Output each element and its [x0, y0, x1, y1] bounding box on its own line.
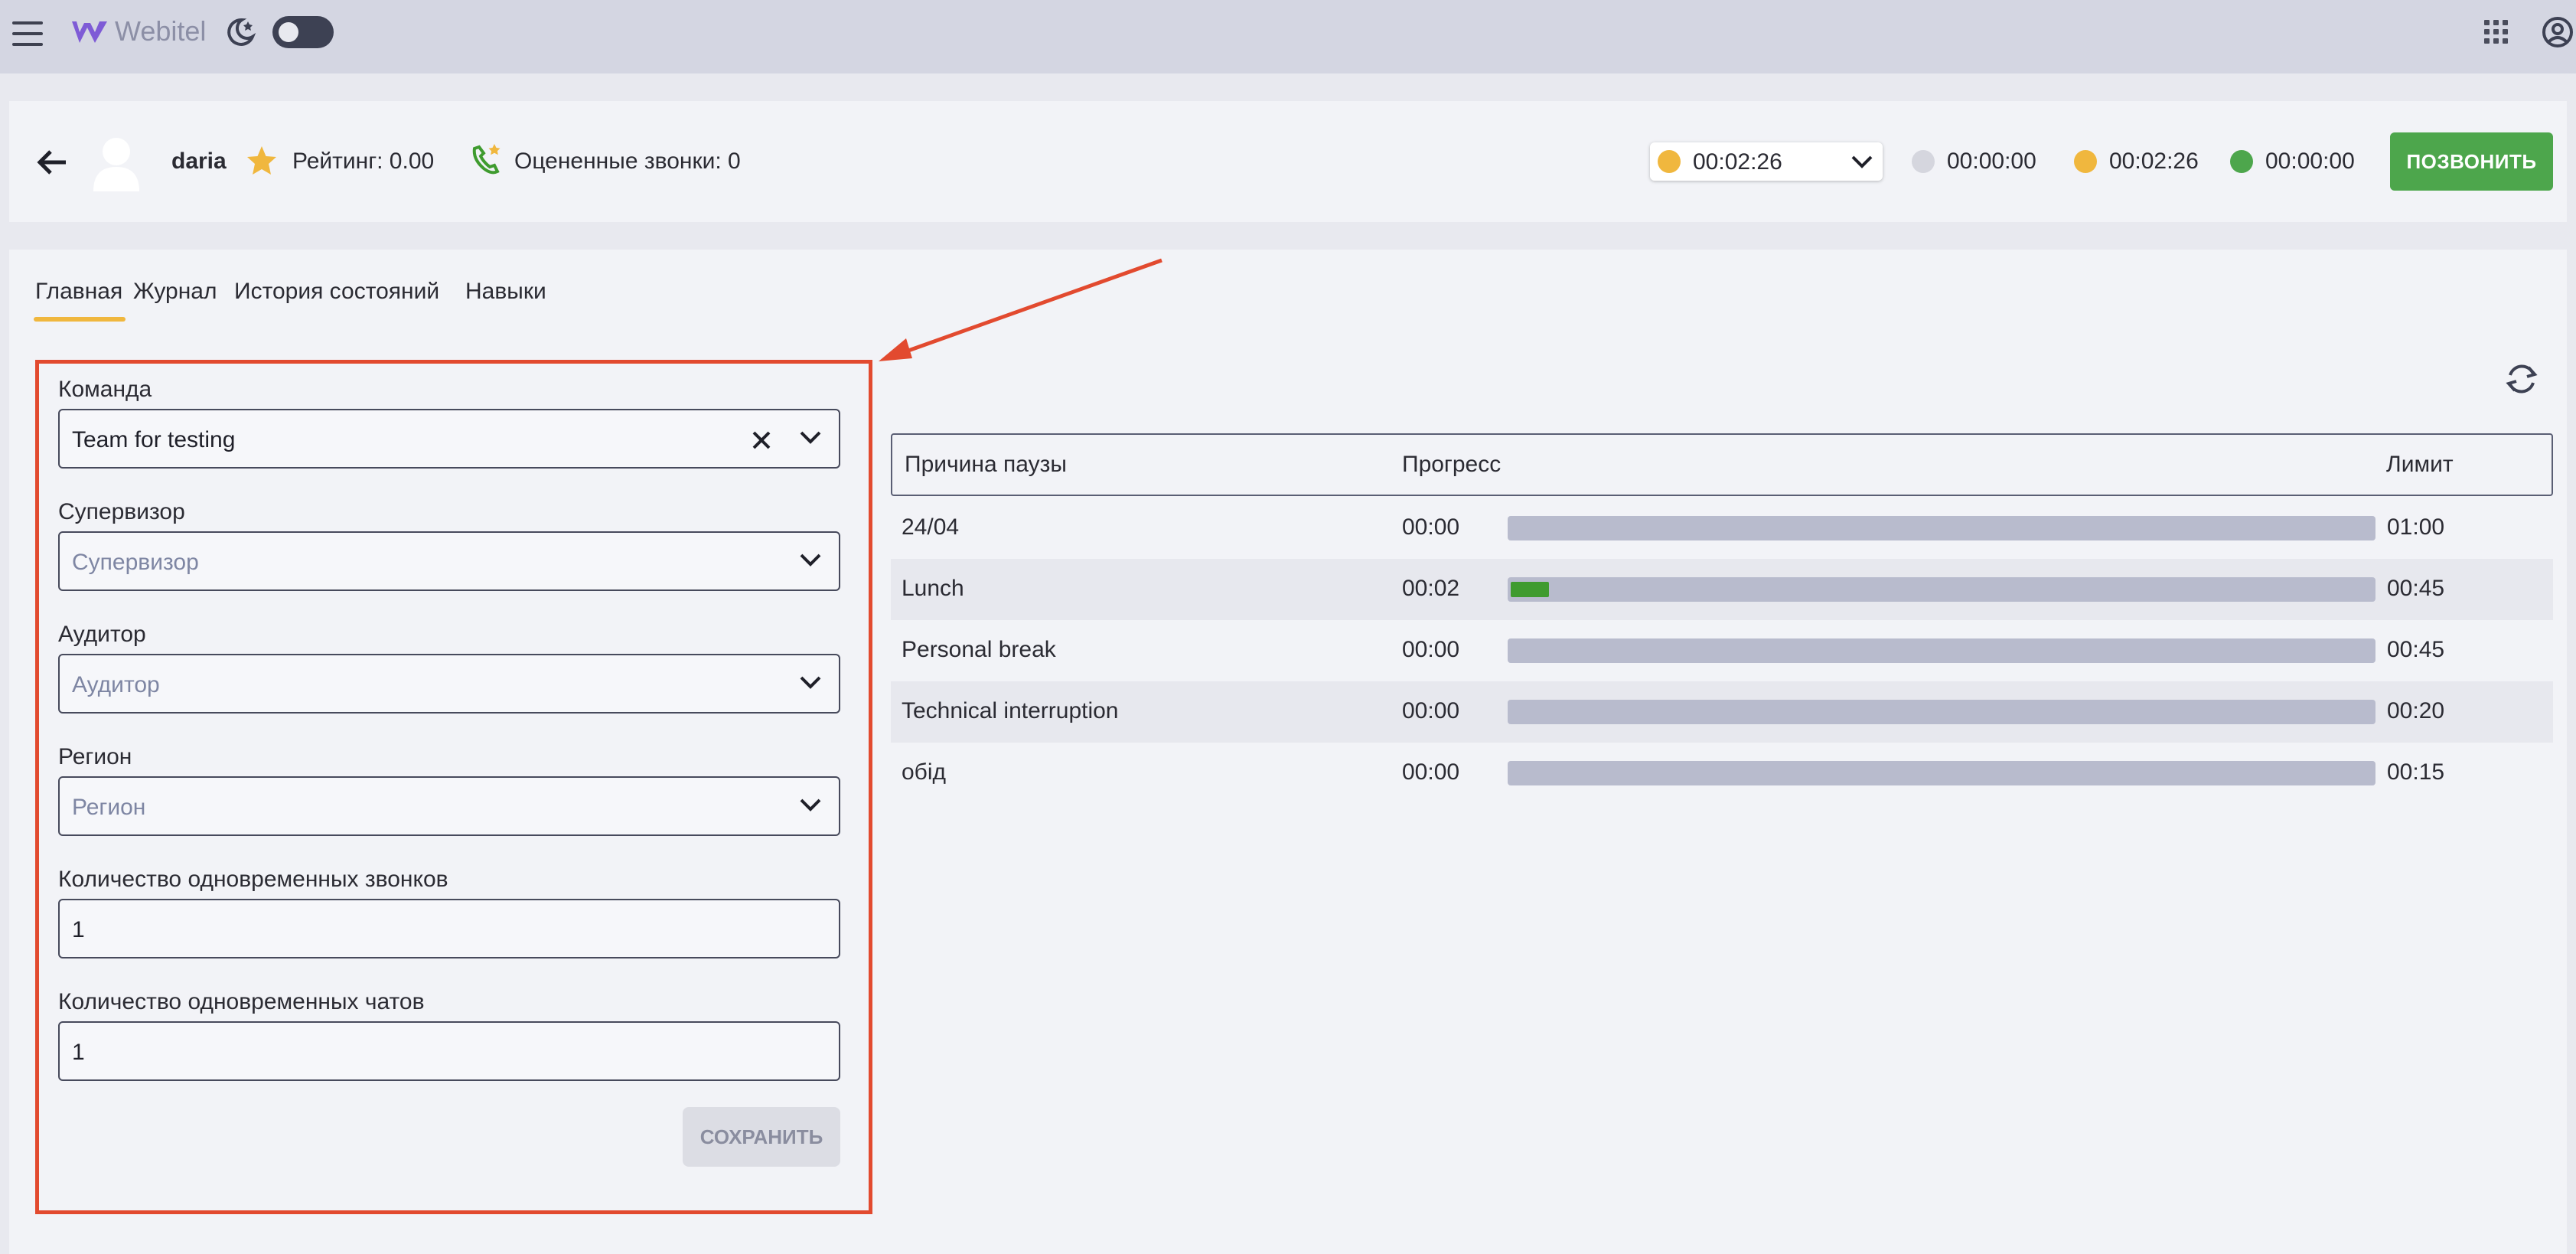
rated-call-icon — [468, 142, 504, 178]
pause-limit: 00:20 — [2387, 698, 2445, 723]
refresh-icon[interactable] — [2503, 360, 2541, 398]
progress-bar — [1508, 638, 2375, 663]
table-row: 24/04 00:00 01:00 — [891, 498, 2553, 559]
header-limit: Лимит — [2386, 452, 2454, 477]
region-placeholder: Регион — [72, 795, 146, 820]
pause-used: 00:00 — [1402, 514, 1460, 540]
clear-icon[interactable] — [752, 430, 771, 450]
table-row: Lunch 00:02 00:45 — [891, 559, 2553, 620]
timer-dot-offline — [1912, 150, 1935, 173]
concurrent-chats-value: 1 — [72, 1040, 85, 1065]
pause-reason: 24/04 — [902, 514, 960, 540]
top-bar — [0, 0, 2576, 73]
tab-journal[interactable]: Журнал — [133, 279, 217, 305]
progress-bar — [1508, 700, 2375, 724]
pause-limit: 01:00 — [2387, 514, 2445, 540]
progress-bar — [1508, 516, 2375, 540]
concurrent-calls-value: 1 — [72, 917, 85, 942]
rated-calls: Оцененные звонки: 0 — [514, 149, 741, 174]
chevron-down-icon[interactable] — [799, 553, 822, 568]
pause-used: 00:00 — [1402, 759, 1460, 785]
table-row: Personal break 00:00 00:45 — [891, 620, 2553, 681]
pause-reason: обід — [902, 759, 947, 785]
concurrent-chats-input[interactable]: 1 — [58, 1021, 840, 1081]
agent-status-select[interactable]: 00:02:26 — [1650, 142, 1883, 181]
pause-limit: 00:45 — [2387, 637, 2445, 662]
save-button[interactable]: СОХРАНИТЬ — [683, 1107, 840, 1167]
pause-used: 00:00 — [1402, 637, 1460, 662]
status-time: 00:02:26 — [1693, 149, 1782, 175]
table-header — [891, 433, 2553, 496]
star-icon — [245, 144, 279, 178]
progress-bar — [1508, 761, 2375, 785]
apps-grid-icon[interactable] — [2484, 20, 2510, 46]
logo-icon — [69, 17, 112, 47]
concurrent-calls-label: Количество одновременных звонков — [58, 867, 448, 892]
table-row: обід 00:00 00:15 — [891, 743, 2553, 804]
concurrent-chats-label: Количество одновременных чатов — [58, 989, 425, 1014]
chevron-down-icon[interactable] — [799, 675, 822, 691]
agent-name: daria — [171, 149, 227, 174]
pause-used: 00:02 — [1402, 576, 1460, 601]
timer-dot-online — [2230, 150, 2253, 173]
active-tab-indicator — [34, 317, 126, 322]
theme-toggle[interactable] — [272, 16, 334, 48]
timer-dot-pause — [2074, 150, 2097, 173]
menu-icon[interactable] — [12, 18, 43, 49]
night-mode-icon — [223, 15, 257, 49]
pause-reason: Technical interruption — [902, 698, 1119, 723]
pause-reason: Personal break — [902, 637, 1056, 662]
region-select[interactable]: Регион — [58, 776, 840, 836]
region-label: Регион — [58, 744, 132, 769]
header-progress: Прогресс — [1402, 452, 1502, 477]
team-select[interactable]: Team for testing — [58, 409, 840, 469]
auditor-placeholder: Аудитор — [72, 672, 160, 697]
auditor-select[interactable]: Аудитор — [58, 654, 840, 714]
pause-used: 00:00 — [1402, 698, 1460, 723]
timer-offline: 00:00:00 — [1947, 149, 2036, 174]
user-account-icon[interactable] — [2541, 15, 2574, 49]
pause-reason: Lunch — [902, 576, 964, 601]
team-value: Team for testing — [72, 427, 236, 452]
agent-rating: Рейтинг: 0.00 — [292, 149, 435, 174]
supervisor-label: Супервизор — [58, 499, 185, 524]
status-dot — [1658, 150, 1681, 173]
timer-pause: 00:02:26 — [2109, 149, 2199, 174]
tab-main[interactable]: Главная — [35, 279, 122, 305]
annotation-arrow — [879, 258, 1162, 361]
header-reason: Причина паузы — [905, 452, 1067, 477]
tab-skills[interactable]: Навыки — [465, 279, 546, 305]
progress-bar — [1508, 577, 2375, 602]
pause-limit: 00:15 — [2387, 759, 2445, 785]
avatar — [92, 135, 141, 191]
tab-status-history[interactable]: История состояний — [234, 279, 439, 305]
team-label: Команда — [58, 377, 152, 402]
supervisor-select[interactable]: Супервизор — [58, 531, 840, 591]
supervisor-placeholder: Супервизор — [72, 550, 199, 575]
chevron-down-icon[interactable] — [799, 430, 822, 446]
brand-name: Webitel — [115, 15, 207, 47]
concurrent-calls-input[interactable]: 1 — [58, 899, 840, 958]
chevron-down-icon[interactable] — [799, 798, 822, 813]
table-row: Technical interruption 00:00 00:20 — [891, 681, 2553, 743]
progress-fill — [1511, 582, 1549, 597]
timer-online: 00:00:00 — [2265, 149, 2355, 174]
back-arrow-icon[interactable] — [37, 149, 67, 176]
chevron-down-icon — [1851, 155, 1873, 168]
call-button[interactable]: ПОЗВОНИТЬ — [2390, 132, 2553, 191]
auditor-label: Аудитор — [58, 622, 146, 647]
pause-limit: 00:45 — [2387, 576, 2445, 601]
